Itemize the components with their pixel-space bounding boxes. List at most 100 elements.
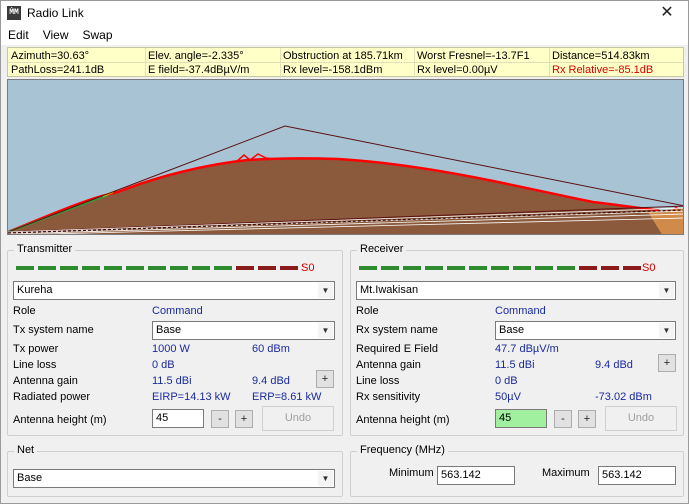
rx-system-select[interactable]: Base ▼: [495, 321, 676, 340]
rx-gain-plus-button[interactable]: +: [658, 354, 676, 372]
rx-system-label: Rx system name: [356, 324, 438, 336]
rx-height-input[interactable]: 45: [495, 409, 547, 428]
tx-erp-value: ERP=8.61 kW: [252, 391, 322, 403]
rx-sensitivity-uv: 50µV: [495, 391, 521, 403]
meter-segment: [38, 266, 56, 270]
chevron-down-icon[interactable]: ▼: [318, 283, 333, 298]
frequency-group: Frequency (MHz) Minimum 563.142 Maximum …: [350, 444, 684, 497]
chevron-down-icon[interactable]: ▼: [318, 323, 333, 338]
frequency-max-input[interactable]: 563.142: [598, 466, 676, 485]
meter-segment: [535, 266, 553, 270]
tx-height-input[interactable]: 45: [152, 409, 204, 428]
tx-gain-dbi: 11.5 dBi: [152, 375, 192, 387]
menu-bar: Edit View Swap: [1, 25, 688, 45]
tx-gain-plus-button[interactable]: +: [316, 370, 334, 388]
meter-segment: [148, 266, 166, 270]
meter-segment: [469, 266, 487, 270]
rx-relative-value: Rx Relative=-85.1dB: [552, 64, 654, 76]
window-title: Radio Link: [27, 6, 84, 20]
meter-segment: [381, 266, 399, 270]
tx-eirp-value: EIRP=14.13 kW: [152, 391, 231, 403]
tx-gain-dbd: 9.4 dBd: [252, 375, 290, 387]
meter-segment: [579, 266, 597, 270]
rx-level-uv-value: Rx level=0.00µV: [417, 64, 498, 76]
chevron-down-icon[interactable]: ▼: [659, 323, 674, 338]
menu-edit[interactable]: Edit: [1, 28, 36, 42]
transmitter-signal-label: S0: [301, 262, 315, 274]
rx-role-label: Role: [356, 305, 379, 317]
tx-height-minus-button[interactable]: -: [211, 410, 229, 428]
tx-system-select[interactable]: Base ▼: [152, 321, 335, 340]
meter-segment: [601, 266, 619, 270]
rx-sensitivity-label: Rx sensitivity: [356, 391, 421, 403]
distance-value: Distance=514.83km: [552, 50, 650, 62]
meter-segment: [280, 266, 298, 270]
rx-gain-label: Antenna gain: [356, 359, 421, 371]
menu-view[interactable]: View: [36, 28, 76, 42]
tx-role-value: Command: [152, 305, 203, 317]
tx-system-label: Tx system name: [13, 324, 94, 336]
tx-gain-label: Antenna gain: [13, 375, 78, 387]
elevation-angle-value: Elev. angle=-2.335°: [148, 50, 244, 62]
rx-role-value: Command: [495, 305, 546, 317]
net-select[interactable]: Base ▼: [13, 469, 335, 488]
tx-power-dbm: 60 dBm: [252, 343, 290, 355]
frequency-max-label: Maximum: [542, 467, 590, 479]
rx-field-value: 47.7 dBµV/m: [495, 343, 559, 355]
tx-role-label: Role: [13, 305, 36, 317]
tx-line-loss-value: 0 dB: [152, 359, 175, 371]
rx-line-loss-value: 0 dB: [495, 375, 518, 387]
link-info-panel: Azimuth=30.63° Elev. angle=-2.335° Obstr…: [7, 47, 684, 78]
meter-segment: [359, 266, 377, 270]
rx-field-label: Required E Field: [356, 343, 438, 355]
tx-undo-button[interactable]: Undo: [262, 406, 334, 431]
meter-segment: [126, 266, 144, 270]
receiver-group: Receiver S0 Mt.Iwakisan ▼ Role Command Rx…: [350, 243, 684, 436]
meter-segment: [403, 266, 421, 270]
tx-height-plus-button[interactable]: +: [235, 410, 253, 428]
meter-segment: [214, 266, 232, 270]
meter-segment: [192, 266, 210, 270]
worst-fresnel-value: Worst Fresnel=-13.7F1: [417, 50, 530, 62]
chevron-down-icon[interactable]: ▼: [318, 471, 333, 486]
rx-height-label: Antenna height (m): [356, 414, 450, 426]
tx-height-label: Antenna height (m): [13, 414, 107, 426]
meter-segment: [16, 266, 34, 270]
meter-segment: [557, 266, 575, 270]
transmitter-title: Transmitter: [14, 243, 76, 255]
meter-segment: [236, 266, 254, 270]
rx-height-minus-button[interactable]: -: [554, 410, 572, 428]
tx-line-loss-label: Line loss: [13, 359, 57, 371]
frequency-min-input[interactable]: 563.142: [437, 466, 515, 485]
menu-swap[interactable]: Swap: [75, 28, 119, 42]
close-icon[interactable]: ✕: [654, 3, 680, 23]
transmitter-signal-meter: [16, 266, 298, 270]
rx-height-plus-button[interactable]: +: [578, 410, 596, 428]
frequency-title: Frequency (MHz): [357, 444, 448, 456]
transmitter-site-select[interactable]: Kureha ▼: [13, 281, 335, 300]
rx-gain-dbi: 11.5 dBi: [495, 359, 535, 371]
rx-sensitivity-dbm: -73.02 dBm: [595, 391, 652, 403]
receiver-site-select[interactable]: Mt.Iwakisan ▼: [356, 281, 676, 300]
radio-link-window: ṀM Radio Link ✕ Edit View Swap Azimuth=3…: [0, 0, 689, 504]
meter-segment: [82, 266, 100, 270]
receiver-signal-label: S0: [642, 262, 656, 274]
obstruction-value: Obstruction at 185.71km: [283, 50, 403, 62]
rx-level-dbm-value: Rx level=-158.1dBm: [283, 64, 383, 76]
tx-radiated-label: Radiated power: [13, 391, 91, 403]
meter-segment: [425, 266, 443, 270]
rx-line-loss-label: Line loss: [356, 375, 400, 387]
net-title: Net: [14, 444, 38, 456]
transmitter-group: Transmitter S0 Kureha ▼ Role Command Tx s…: [7, 243, 343, 436]
rx-gain-dbd: 9.4 dBd: [595, 359, 633, 371]
path-loss-value: PathLoss=241.1dB: [11, 64, 105, 76]
meter-segment: [513, 266, 531, 270]
net-group: Net Base ▼: [7, 444, 343, 497]
tx-power-label: Tx power: [13, 343, 59, 355]
meter-segment: [258, 266, 276, 270]
rx-undo-button[interactable]: Undo: [605, 406, 677, 431]
receiver-title: Receiver: [357, 243, 407, 255]
meter-segment: [447, 266, 465, 270]
terrain-profile-chart: [7, 79, 684, 235]
chevron-down-icon[interactable]: ▼: [659, 283, 674, 298]
